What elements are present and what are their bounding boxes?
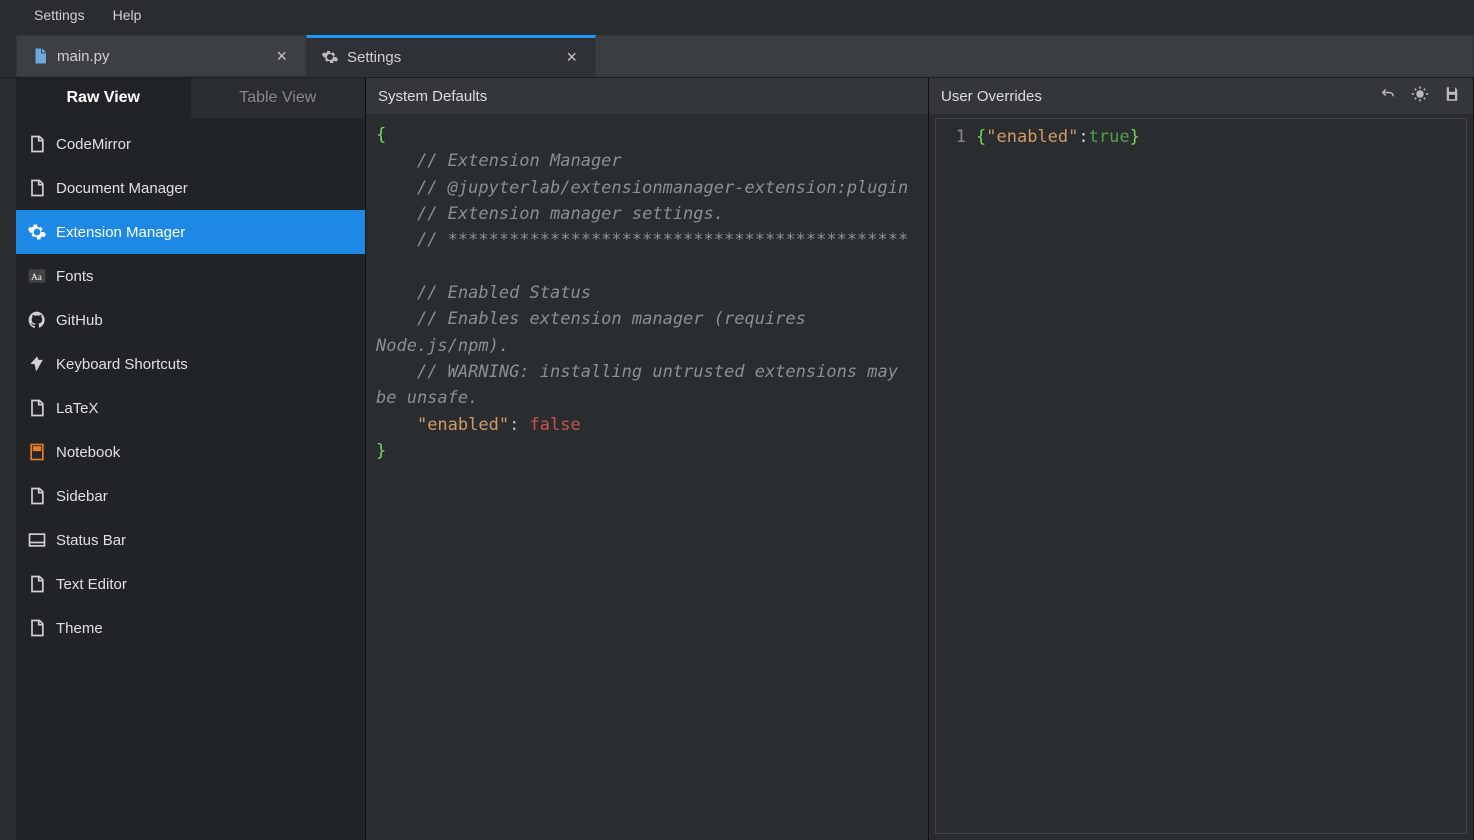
user-overrides-editor[interactable]: 1 {"enabled":true} [936,119,1466,147]
python-file-icon [31,47,49,65]
plugin-label: Extension Manager [56,224,185,241]
file-icon [26,573,48,595]
user-overrides-pane: User Overrides 1 {"enabled":true} [929,78,1474,840]
tabstrip-spacer [596,35,1474,77]
pane-title: User Overrides [941,88,1042,105]
plugin-item-theme[interactable]: Theme [16,606,365,650]
plugin-item-status-bar[interactable]: Status Bar [16,518,365,562]
plugin-label: GitHub [56,312,103,329]
menubar: Settings Help [0,0,1474,30]
view-tab-raw[interactable]: Raw View [16,78,191,118]
close-icon[interactable]: × [272,46,291,67]
plugin-label: CodeMirror [56,136,131,153]
gear-icon [26,221,48,243]
tab-settings[interactable]: Settings × [306,35,596,77]
close-icon[interactable]: × [562,47,581,68]
overrides-actions [1379,85,1461,107]
tabstrip: main.py × Settings × [0,30,1474,78]
file-icon [26,617,48,639]
view-tab-table[interactable]: Table View [191,78,366,118]
plugin-item-text-editor[interactable]: Text Editor [16,562,365,606]
file-icon [26,485,48,507]
settings-content: Raw View Table View CodeMirror Document M… [0,78,1474,840]
file-icon [26,397,48,419]
plugin-label: Keyboard Shortcuts [56,356,188,373]
plugin-label: Status Bar [56,532,126,549]
plugin-item-sidebar[interactable]: Sidebar [16,474,365,518]
plugin-item-keyboard-shortcuts[interactable]: Keyboard Shortcuts [16,342,365,386]
svg-text:Aa: Aa [31,272,42,282]
notebook-icon [26,441,48,463]
system-defaults-header: System Defaults [366,78,928,114]
plugin-label: Sidebar [56,488,108,505]
plugin-item-document-manager[interactable]: Document Manager [16,166,365,210]
revert-icon[interactable] [1379,85,1397,107]
plugin-item-codemirror[interactable]: CodeMirror [16,122,365,166]
plugin-item-notebook[interactable]: Notebook [16,430,365,474]
menu-help[interactable]: Help [99,3,156,27]
user-overrides-header: User Overrides [929,78,1473,114]
plugin-label: Fonts [56,268,94,285]
pane-title: System Defaults [378,88,487,105]
plugin-list: CodeMirror Document Manager Extension Mana… [16,118,365,840]
gear-icon [321,48,339,66]
keyboard-icon [26,353,48,375]
save-icon[interactable] [1443,85,1461,107]
file-icon [26,177,48,199]
view-tabs: Raw View Table View [16,78,365,118]
tab-label: Settings [347,49,562,66]
tab-label: main.py [57,48,272,65]
plugin-label: Theme [56,620,103,637]
plugin-item-latex[interactable]: LaTeX [16,386,365,430]
tab-main-py[interactable]: main.py × [16,35,306,77]
plugin-label: Text Editor [56,576,127,593]
settings-sidebar: Raw View Table View CodeMirror Document M… [16,78,366,840]
file-icon [26,133,48,155]
fonts-icon: Aa [26,265,48,287]
statusbar-icon [26,529,48,551]
plugin-item-fonts[interactable]: Aa Fonts [16,254,365,298]
plugin-label: Document Manager [56,180,188,197]
menu-settings[interactable]: Settings [20,3,99,27]
github-icon [26,309,48,331]
bug-icon[interactable] [1411,85,1429,107]
system-defaults-code: { // Extension Manager // @jupyterlab/ex… [366,114,928,840]
plugin-label: Notebook [56,444,120,461]
line-number: 1 [936,127,976,147]
plugin-item-extension-manager[interactable]: Extension Manager [16,210,365,254]
plugin-label: LaTeX [56,400,99,417]
system-defaults-pane: System Defaults { // Extension Manager /… [366,78,929,840]
plugin-item-github[interactable]: GitHub [16,298,365,342]
